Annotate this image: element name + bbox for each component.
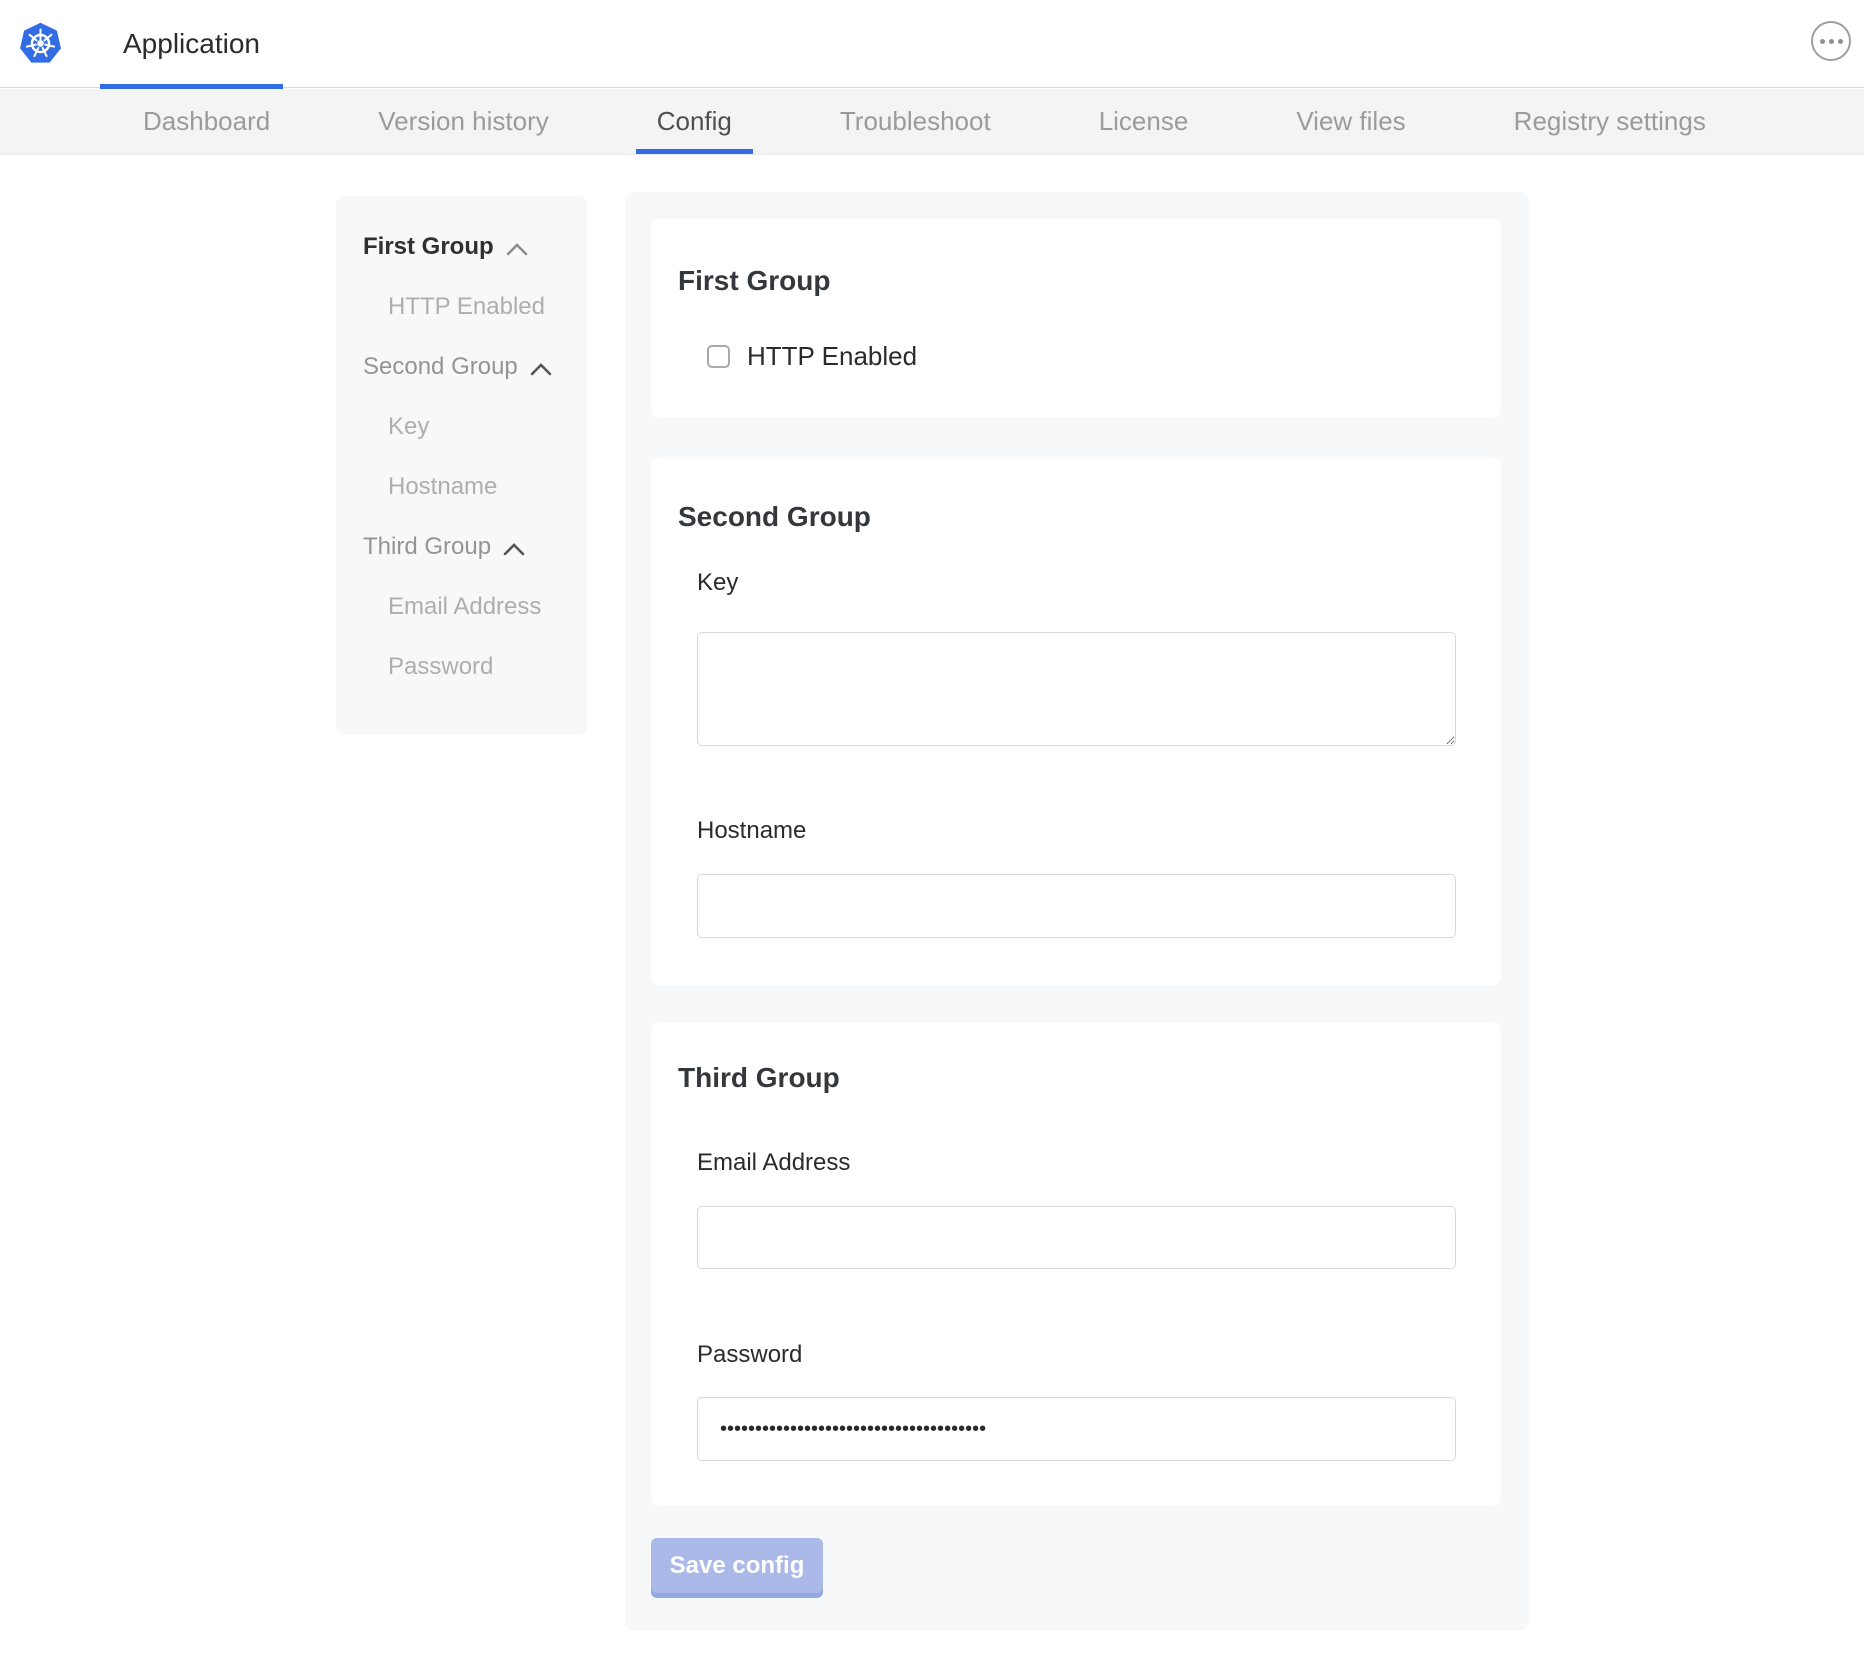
sidebar-group-label: First Group bbox=[363, 233, 494, 261]
chevron-up-icon bbox=[530, 355, 552, 383]
sidebar-group-second-group[interactable]: Second Group bbox=[336, 337, 587, 397]
sidebar-group-label: Third Group bbox=[363, 533, 491, 561]
tab-view-files[interactable]: View files bbox=[1296, 89, 1405, 154]
key-textarea[interactable] bbox=[697, 632, 1456, 746]
tab-license[interactable]: License bbox=[1099, 89, 1189, 154]
app-tab-label: Application bbox=[123, 28, 260, 60]
tab-dashboard[interactable]: Dashboard bbox=[143, 89, 270, 154]
sidebar-group-first-group[interactable]: First Group bbox=[336, 217, 587, 277]
sidebar-item-hostname[interactable]: Hostname bbox=[336, 457, 587, 517]
tab-version-history[interactable]: Version history bbox=[378, 89, 549, 154]
hostname-input[interactable] bbox=[697, 874, 1456, 938]
top-bar: Application bbox=[0, 0, 1864, 88]
group-title: Third Group bbox=[678, 1062, 840, 1094]
password-input[interactable] bbox=[697, 1397, 1456, 1461]
config-sidebar: First Group HTTP Enabled Second Group Ke… bbox=[336, 196, 587, 735]
http-enabled-checkbox[interactable] bbox=[707, 345, 730, 368]
config-card-second-group: Second Group Key Hostname bbox=[651, 457, 1501, 985]
sidebar-group-label: Second Group bbox=[363, 353, 518, 381]
checkbox-label: HTTP Enabled bbox=[747, 341, 917, 372]
tab-troubleshoot[interactable]: Troubleshoot bbox=[840, 89, 991, 154]
chevron-up-icon bbox=[506, 235, 528, 263]
password-label: Password bbox=[697, 1341, 802, 1369]
key-label: Key bbox=[697, 569, 738, 597]
group-title: First Group bbox=[678, 265, 830, 297]
config-panel: First Group HTTP Enabled Second Group Ke… bbox=[625, 192, 1529, 1630]
http-enabled-field: HTTP Enabled bbox=[707, 341, 917, 372]
group-title: Second Group bbox=[678, 501, 871, 533]
kubernetes-logo-icon bbox=[18, 20, 63, 67]
sidebar-item-password[interactable]: Password bbox=[336, 637, 587, 697]
hostname-label: Hostname bbox=[697, 817, 806, 845]
config-card-first-group: First Group HTTP Enabled bbox=[651, 219, 1501, 418]
sidebar-item-http-enabled[interactable]: HTTP Enabled bbox=[336, 277, 587, 337]
app-tab[interactable]: Application bbox=[100, 0, 283, 88]
email-address-input[interactable] bbox=[697, 1206, 1456, 1269]
chevron-up-icon bbox=[503, 535, 525, 563]
app-nav: Dashboard Version history Config Trouble… bbox=[0, 89, 1864, 155]
sidebar-group-third-group[interactable]: Third Group bbox=[336, 517, 587, 577]
config-card-third-group: Third Group Email Address Password bbox=[651, 1022, 1501, 1506]
tab-config[interactable]: Config bbox=[657, 89, 732, 154]
save-config-button[interactable]: Save config bbox=[651, 1538, 823, 1593]
sidebar-item-key[interactable]: Key bbox=[336, 397, 587, 457]
sidebar-item-email-address[interactable]: Email Address bbox=[336, 577, 587, 637]
tab-registry-settings[interactable]: Registry settings bbox=[1514, 89, 1706, 154]
ellipsis-icon[interactable] bbox=[1811, 21, 1851, 61]
email-address-label: Email Address bbox=[697, 1149, 850, 1177]
